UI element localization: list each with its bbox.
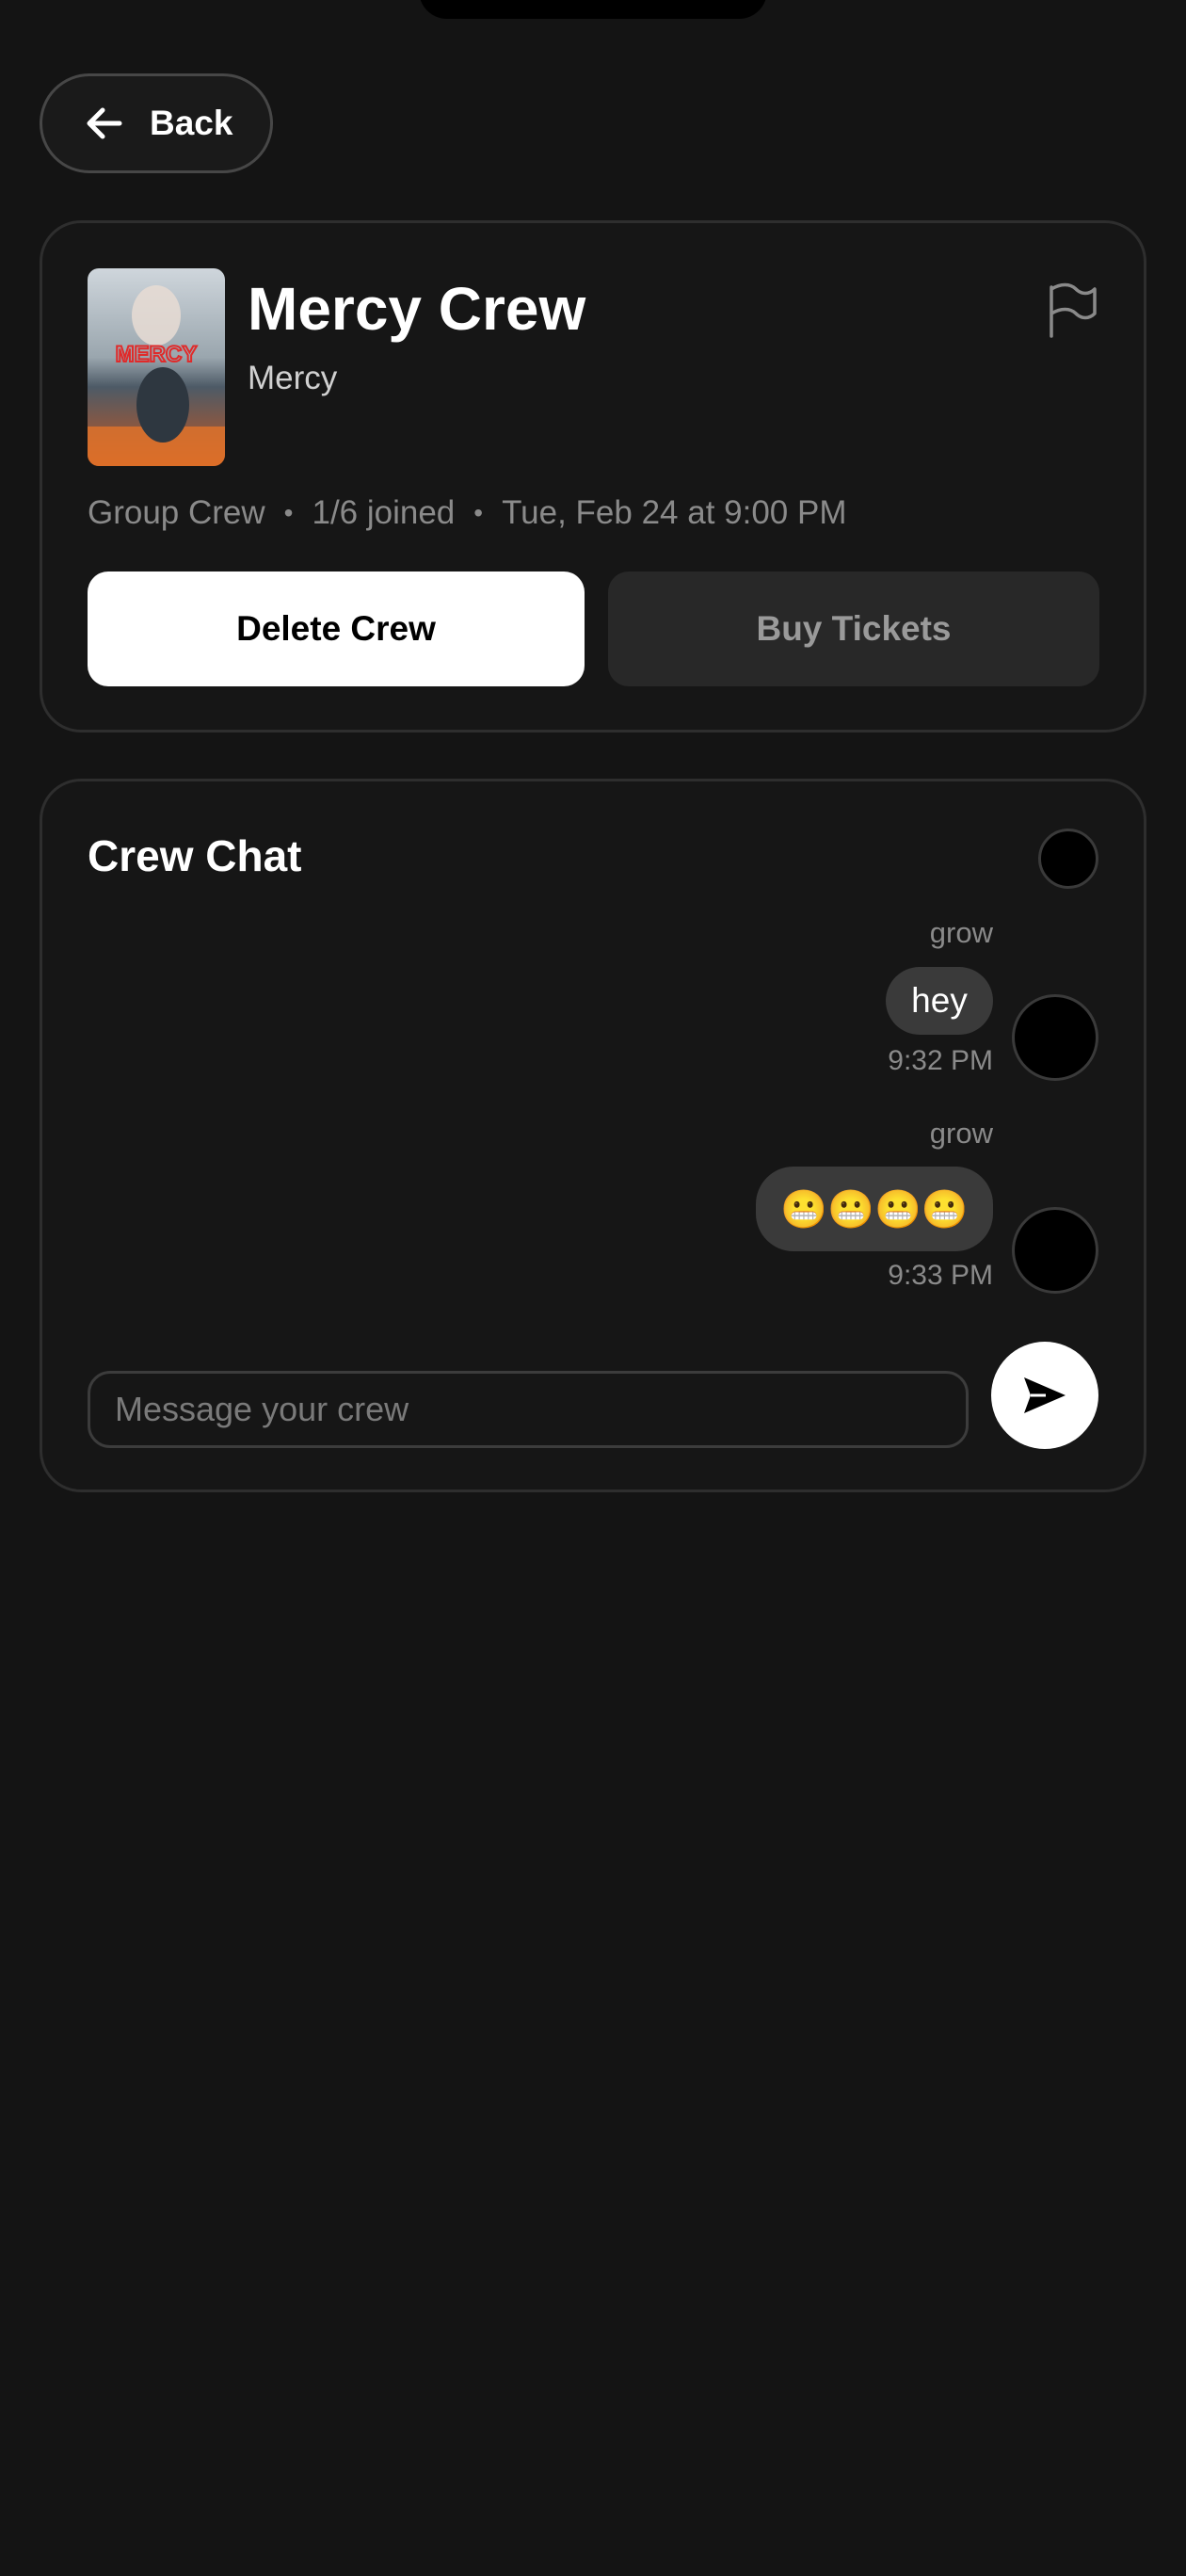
meta-separator: • [283, 498, 294, 527]
meta-separator: • [473, 498, 484, 527]
crew-type: Group Crew [88, 494, 265, 531]
device-notch [419, 0, 767, 19]
send-button[interactable] [991, 1342, 1098, 1449]
avatar[interactable] [1012, 1207, 1098, 1294]
message-input[interactable] [88, 1371, 969, 1448]
movie-name: Mercy [248, 360, 338, 396]
avatar[interactable] [1038, 829, 1098, 889]
crew-summary-card: MERCY Mercy Crew Mercy Group Crew • 1/6 … [40, 220, 1146, 733]
message-time: 9:32 PM [888, 1045, 993, 1076]
message-sender: grow [929, 1117, 993, 1150]
crew-meta: Group Crew • 1/6 joined • Tue, Feb 24 at… [88, 494, 847, 532]
crew-chat-card: Crew Chat grow hey 9:32 PM grow 😬😬😬😬 9:3… [40, 779, 1146, 1492]
arrow-left-icon [87, 107, 122, 139]
crew-title: Mercy Crew [248, 275, 586, 343]
report-button[interactable] [1046, 282, 1098, 338]
flag-icon [1050, 282, 1097, 338]
message-bubble: 😬😬😬😬 [756, 1167, 993, 1251]
showtime: Tue, Feb 24 at 9:00 PM [502, 494, 847, 531]
avatar[interactable] [1012, 994, 1098, 1081]
delete-crew-button[interactable]: Delete Crew [88, 572, 585, 686]
movie-poster: MERCY [88, 268, 225, 466]
buy-tickets-button[interactable]: Buy Tickets [608, 572, 1099, 686]
back-label: Back [150, 104, 233, 142]
send-icon [1024, 1377, 1066, 1413]
message-sender: grow [929, 916, 993, 949]
back-button[interactable]: Back [40, 73, 273, 173]
message-bubble: hey [886, 967, 993, 1035]
svg-text:MERCY: MERCY [116, 342, 198, 367]
chat-title: Crew Chat [88, 831, 302, 880]
message-time: 9:33 PM [888, 1260, 993, 1291]
joined-count: 1/6 joined [312, 494, 456, 531]
